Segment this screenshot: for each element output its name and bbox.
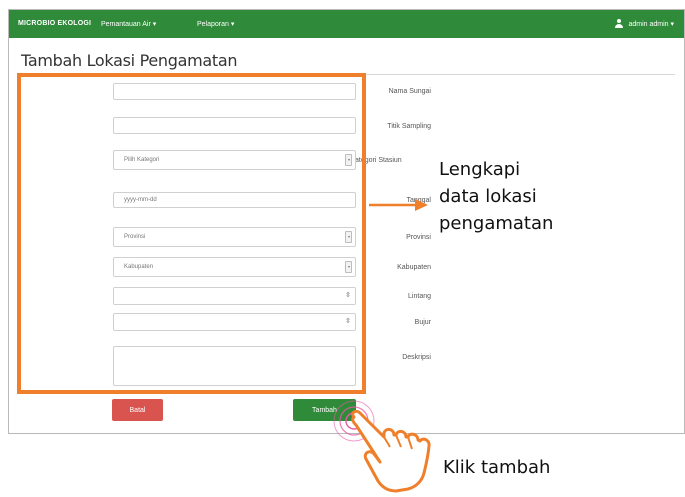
annotation-instruction: Lengkapi data lokasi pengamatan — [439, 156, 553, 237]
nav-menu-pemantauan[interactable]: Pemantauan Air ▾ — [101, 20, 156, 28]
nav-user-menu[interactable]: admin admin ▾ — [615, 19, 674, 28]
page-title: Tambah Lokasi Pengamatan — [21, 51, 238, 70]
arrow-right-icon — [369, 199, 428, 211]
annotation-line: Lengkapi — [439, 159, 521, 180]
form-highlight-box — [17, 73, 366, 394]
annotation-click: Klik tambah — [443, 457, 551, 478]
batal-button[interactable]: Batal — [112, 399, 163, 421]
annotation-line: pengamatan — [439, 213, 554, 234]
annotation-line: data lokasi — [439, 186, 537, 207]
nav-menu-pelaporan[interactable]: Pelaporan ▾ — [197, 20, 234, 28]
nav-user-label: admin admin ▾ — [628, 20, 674, 28]
pointing-hand-icon — [351, 409, 431, 493]
top-navbar: MICROBIO EKOLOGI Pemantauan Air ▾ Pelapo… — [9, 10, 684, 38]
user-icon — [615, 19, 624, 28]
nav-brand[interactable]: MICROBIO EKOLOGI — [18, 20, 91, 27]
